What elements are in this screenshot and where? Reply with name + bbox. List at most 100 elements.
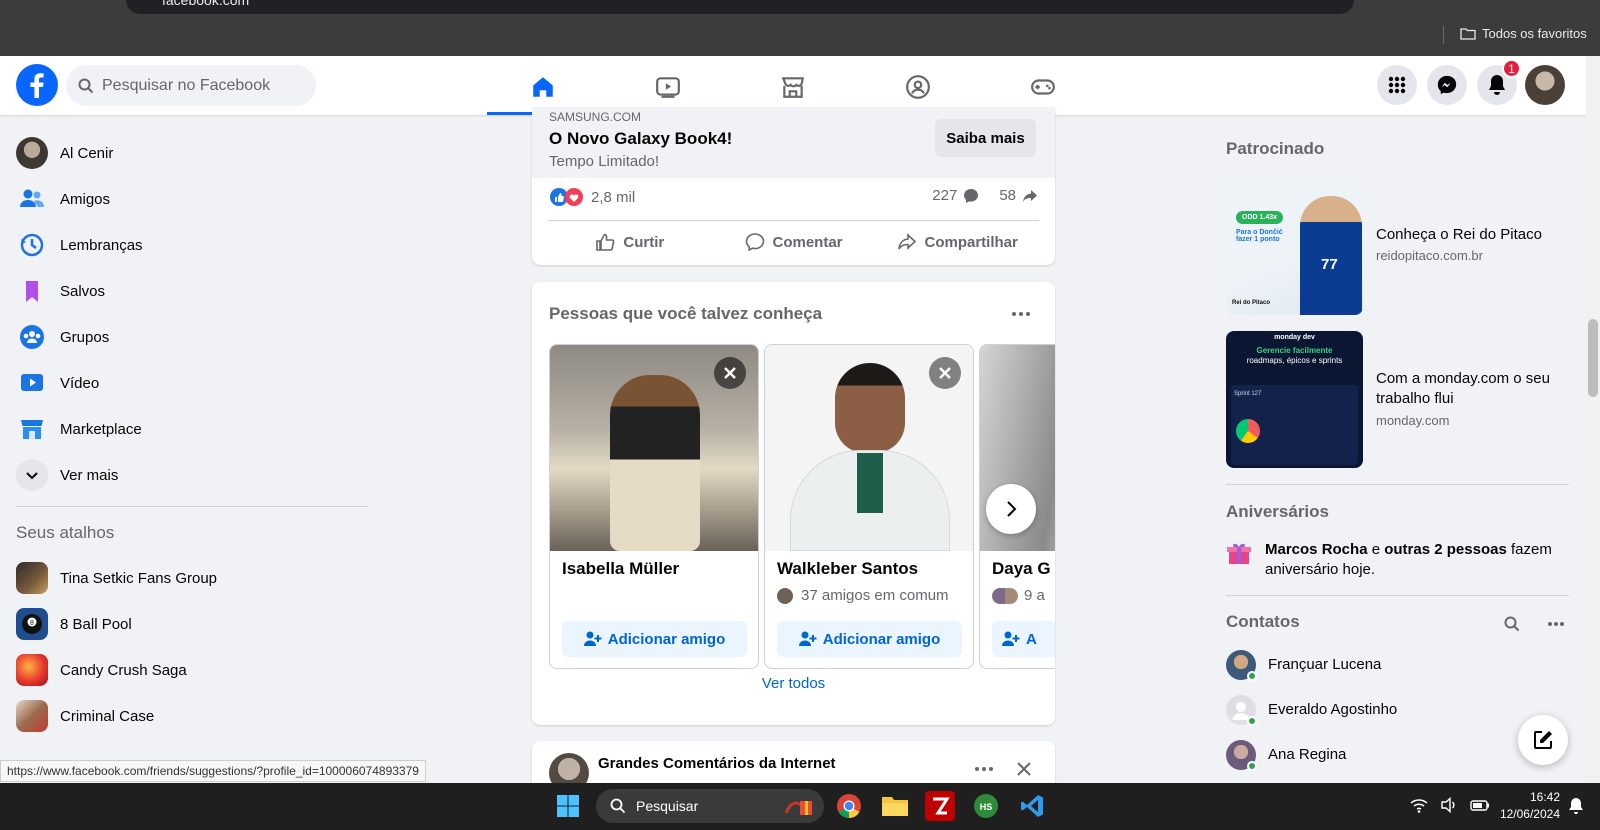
chrome-taskbar-button[interactable]: [834, 791, 864, 821]
address-bar[interactable]: facebook.com: [126, 0, 1354, 14]
shortcut-item[interactable]: 8 8 Ball Pool: [8, 601, 368, 647]
filezilla-button[interactable]: [925, 791, 955, 821]
facebook-logo[interactable]: [16, 64, 58, 106]
wifi-icon: [1410, 799, 1428, 813]
account-avatar[interactable]: [1525, 65, 1565, 105]
birthday-person[interactable]: Marcos Rocha: [1265, 541, 1368, 558]
add-friend-button[interactable]: Adicionar amigo: [777, 621, 962, 657]
next-button[interactable]: [986, 484, 1036, 534]
shortcut-item[interactable]: Criminal Case: [8, 693, 368, 739]
birthday-others[interactable]: outras 2 pessoas: [1384, 541, 1507, 558]
marketplace-icon: [781, 77, 805, 98]
shortcuts-heading: Seus atalhos: [16, 523, 115, 542]
messenger-button[interactable]: [1427, 65, 1467, 105]
groups-icon: [906, 75, 930, 99]
like-reaction-icon: [550, 188, 583, 206]
comment-button[interactable]: Comentar: [712, 223, 876, 261]
sidebar-item-memories[interactable]: Lembranças: [8, 222, 368, 268]
shortcut-item[interactable]: Candy Crush Saga: [8, 647, 368, 693]
add-friend-button[interactable]: Adicionar amigo: [562, 621, 747, 657]
taskbar: Pesquisar HS 16:42 12/06/2024: [0, 783, 1600, 830]
ad-brand: Rei do Pitaco: [1232, 300, 1271, 306]
sponsored-ad[interactable]: monday dev Gerencie facilmente roadmaps,…: [1226, 331, 1571, 468]
sidebar-item-groups[interactable]: Grupos: [8, 314, 368, 360]
sidebar-item-friends[interactable]: Amigos: [8, 176, 368, 222]
new-message-button[interactable]: [1518, 715, 1568, 765]
contacts-search-button[interactable]: [1494, 608, 1530, 640]
like-button[interactable]: Curtir: [548, 223, 712, 261]
favorites-label: Todos os favoritos: [1482, 26, 1587, 41]
hide-post-button[interactable]: [1006, 751, 1042, 787]
ad-title: Conheça o Rei do Pitaco: [1376, 226, 1542, 243]
pymk-title: Pessoas que você talvez conheça: [549, 304, 823, 323]
search-icon: [610, 798, 626, 814]
sidebar-item-label: Ver mais: [60, 466, 119, 484]
reactions-summary[interactable]: 2,8 mil: [549, 187, 635, 207]
sidebar-item-marketplace[interactable]: Marketplace: [8, 406, 368, 452]
dismiss-button[interactable]: [929, 357, 961, 389]
birthday-text: Marcos Rocha e outras 2 pessoas fazem an…: [1265, 540, 1571, 580]
person-name[interactable]: Isabella Müller: [562, 559, 679, 579]
notification-badge: 1: [1502, 59, 1521, 78]
contact-item[interactable]: Françuar Lucena: [1226, 642, 1571, 687]
favorites-separator: [1443, 26, 1444, 44]
online-indicator: [1247, 715, 1257, 726]
search-input[interactable]: Pesquisar no Facebook: [66, 65, 316, 106]
birthday-notice[interactable]: Marcos Rocha e outras 2 pessoas fazem an…: [1226, 536, 1571, 580]
notification-center-button[interactable]: [1568, 797, 1584, 820]
online-indicator: [1247, 760, 1257, 771]
post-more-button[interactable]: [966, 751, 1002, 787]
sponsored-ad[interactable]: 77 ODD 1.43x Para o Dončić fazer 1 ponto…: [1226, 178, 1571, 315]
comment-icon: [964, 188, 979, 203]
add-friend-button[interactable]: A: [992, 621, 1055, 657]
sidebar-item-label: Lembranças: [60, 236, 143, 254]
comment-label: Comentar: [772, 233, 843, 251]
person-name[interactable]: Daya G: [992, 559, 1051, 579]
add-friend-icon: [798, 631, 817, 646]
friends-icon: [16, 183, 48, 215]
sidebar-item-see-more[interactable]: Ver mais: [8, 452, 368, 498]
gift-icon: [784, 801, 812, 815]
link-domain: SAMSUNG.COM: [549, 110, 642, 124]
heidisql-button[interactable]: HS: [971, 791, 1001, 821]
share-button[interactable]: Compartilhar: [875, 223, 1039, 261]
shortcut-item[interactable]: Tina Setkic Fans Group: [8, 555, 368, 601]
taskbar-search[interactable]: Pesquisar: [596, 789, 824, 823]
page-scrollbar[interactable]: [1586, 56, 1600, 783]
file-explorer-button[interactable]: [880, 791, 910, 821]
favorites-folder[interactable]: Todos os favoritos: [1460, 26, 1587, 41]
person-name[interactable]: Walkleber Santos: [777, 559, 918, 579]
learn-more-button[interactable]: Saiba mais: [935, 119, 1036, 157]
start-button[interactable]: [553, 791, 583, 821]
sidebar-item-profile[interactable]: Al Cenir: [8, 130, 368, 176]
menu-button[interactable]: [1377, 65, 1417, 105]
person-card[interactable]: Isabella Müller Adicionar amigo: [549, 344, 759, 669]
left-sidebar: Al Cenir Amigos Lembranças Salvos Grupos…: [8, 130, 368, 739]
mutual-friends[interactable]: 37 amigos em comum: [777, 587, 949, 604]
more-options-button[interactable]: [1003, 296, 1039, 332]
post-author[interactable]: Grandes Comentários da Internet: [598, 755, 836, 772]
scrollbar-thumb[interactable]: [1588, 319, 1598, 397]
mutual-friends[interactable]: 9 a: [992, 587, 1045, 604]
person-card[interactable]: Walkleber Santos 37 amigos em comum Adic…: [764, 344, 974, 669]
search-placeholder: Pesquisar no Facebook: [102, 76, 271, 94]
sidebar-item-video[interactable]: Vídeo: [8, 360, 368, 406]
vscode-button[interactable]: [1017, 791, 1047, 821]
contacts-list: Françuar Lucena Everaldo Agostinho Ana R…: [1226, 642, 1571, 777]
share-icon: [1023, 189, 1037, 202]
contacts-options-button[interactable]: [1538, 608, 1574, 640]
dismiss-button[interactable]: [714, 357, 746, 389]
contact-item[interactable]: Everaldo Agostinho: [1226, 687, 1571, 732]
candy-icon: [16, 654, 48, 686]
system-tray[interactable]: [1410, 797, 1490, 813]
clock[interactable]: 16:42 12/06/2024: [1488, 789, 1560, 823]
contact-name: Everaldo Agostinho: [1268, 701, 1398, 718]
volume-icon: [1441, 797, 1455, 813]
ad-domain: reidopitaco.com.br: [1376, 248, 1483, 263]
chevron-right-icon: [1007, 501, 1017, 517]
link-preview[interactable]: SAMSUNG.COM O Novo Galaxy Book4! Tempo L…: [532, 107, 1055, 178]
engagement-counts[interactable]: 227 58: [932, 187, 1038, 204]
sidebar-item-saved[interactable]: Salvos: [8, 268, 368, 314]
sidebar-item-label: Salvos: [60, 282, 106, 300]
see-all-link[interactable]: Ver todos: [532, 675, 1055, 692]
